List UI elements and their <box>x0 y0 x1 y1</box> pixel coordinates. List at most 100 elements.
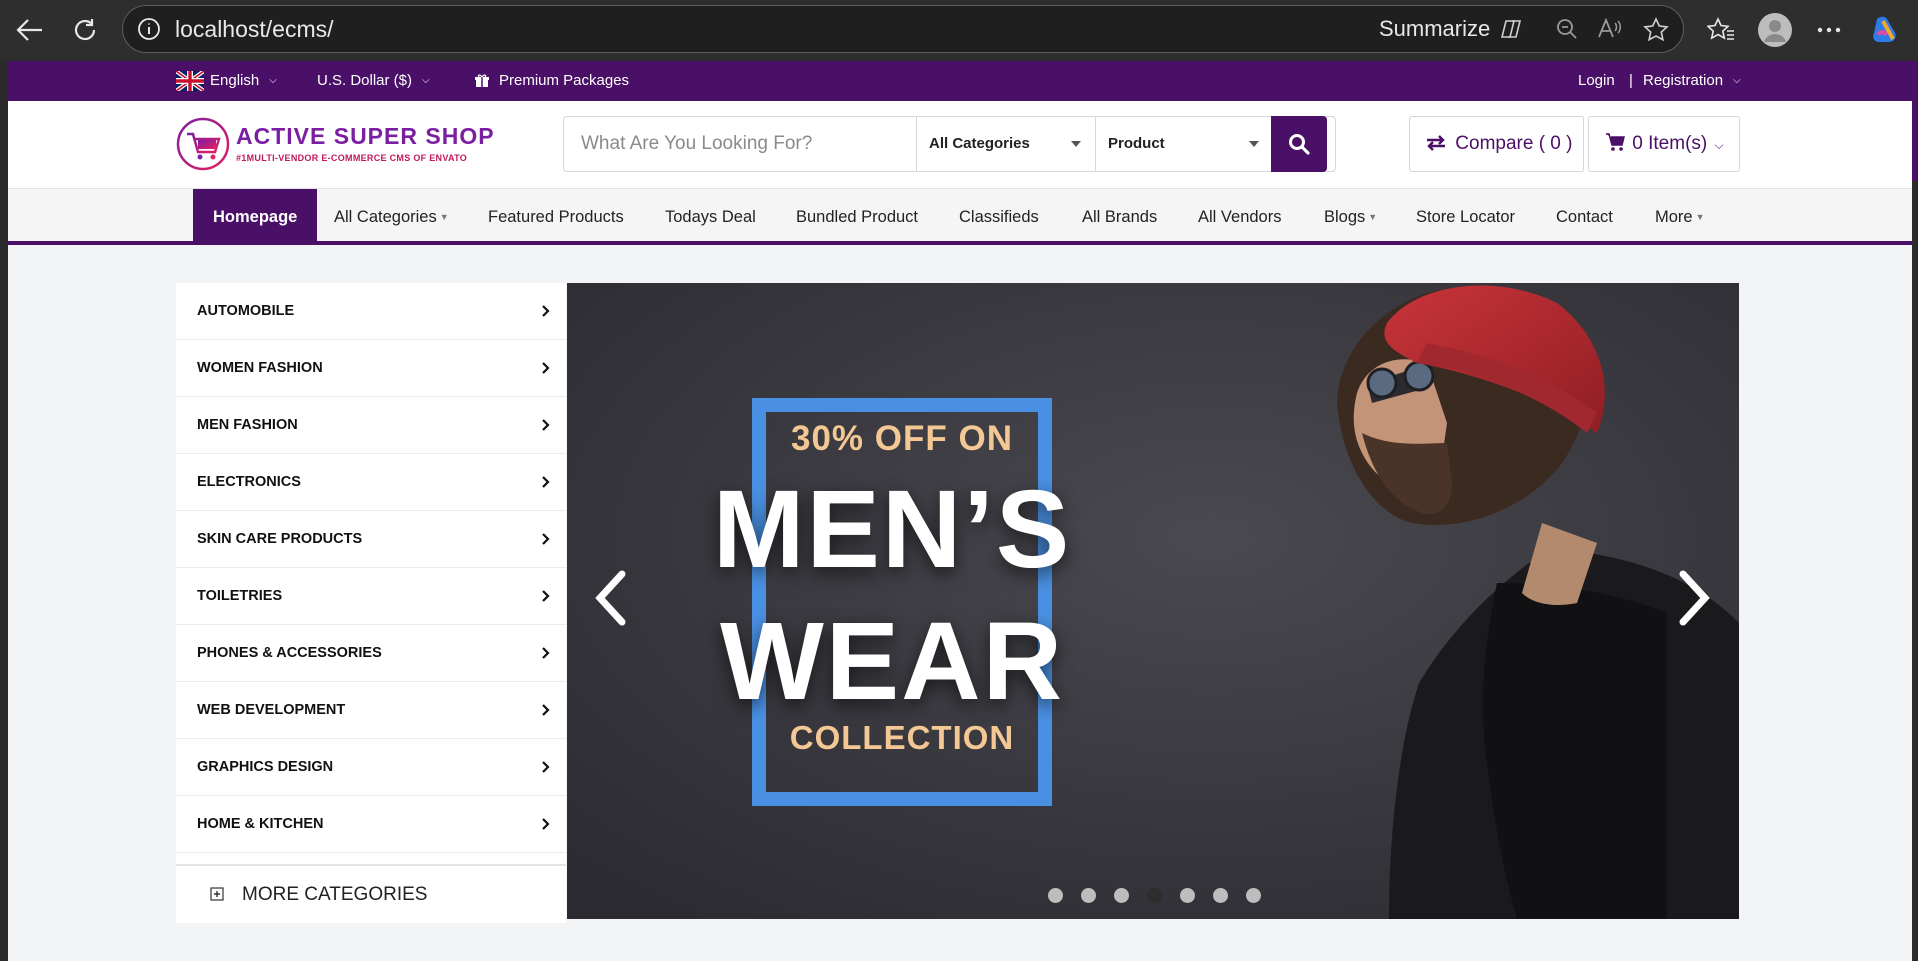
nav-homepage[interactable]: Homepage <box>193 189 318 245</box>
compare-label: Compare ( 0 ) <box>1455 133 1573 154</box>
nav-store-locator[interactable]: Store Locator <box>1416 189 1515 245</box>
category-item-home-kitchen[interactable]: HOME & KITCHEN <box>176 796 566 853</box>
reload-button[interactable] <box>65 10 105 50</box>
search-bar: All Categories Product <box>563 116 1336 172</box>
plus-square-icon <box>210 887 224 901</box>
nav-contact[interactable]: Contact <box>1556 189 1613 245</box>
back-button[interactable] <box>10 10 50 50</box>
registration-link[interactable]: Registration ⌵ <box>1643 61 1741 101</box>
compare-arrows-icon <box>1427 135 1445 151</box>
slider-dot-4-active[interactable] <box>1147 888 1162 903</box>
logo-title: ACTIVE SUPER SHOP <box>236 123 495 149</box>
more-options-icon[interactable] <box>1811 12 1847 48</box>
category-label: MEN FASHION <box>197 417 298 433</box>
registration-label: Registration <box>1643 72 1724 89</box>
profile-avatar-icon[interactable] <box>1757 12 1793 48</box>
zoom-icon[interactable] <box>1555 17 1579 46</box>
promo-collection-text: COLLECTION <box>789 719 1015 756</box>
copilot-summarize-icon[interactable] <box>1499 17 1523 46</box>
search-input[interactable] <box>564 117 916 171</box>
logo-tagline: #1MULTI-VENDOR E-COMMERCE CMS OF ENVATO <box>236 153 468 163</box>
site-logo[interactable]: ACTIVE SUPER SHOP #1MULTI-VENDOR E-COMME… <box>176 115 496 175</box>
compare-button[interactable]: Compare ( 0 ) <box>1409 116 1584 172</box>
category-item-electronics[interactable]: ELECTRONICS <box>176 454 566 511</box>
category-item-automobile[interactable]: AUTOMOBILE <box>176 283 566 340</box>
nav-label: Contact <box>1556 208 1613 226</box>
category-item-men-fashion[interactable]: MEN FASHION <box>176 397 566 454</box>
promo-headline-line2: WEAR <box>719 600 1065 723</box>
chevron-down-icon: ⌵ <box>422 75 430 86</box>
nav-more[interactable]: More ▼ <box>1655 189 1705 245</box>
slider-dot-1[interactable] <box>1048 888 1063 903</box>
slider-dot-3[interactable] <box>1114 888 1129 903</box>
category-item-web-development[interactable]: WEB DEVELOPMENT <box>176 682 566 739</box>
currency-selector[interactable]: U.S. Dollar ($) ⌵ <box>317 61 430 101</box>
nav-label: Homepage <box>213 208 298 226</box>
category-item-women-fashion[interactable]: WOMEN FASHION <box>176 340 566 397</box>
favorites-icon[interactable] <box>1703 12 1739 48</box>
category-label: SKIN CARE PRODUCTS <box>197 531 363 547</box>
slider-prev-arrow-icon[interactable] <box>592 568 632 628</box>
chevron-down-icon: ⌵ <box>1714 138 1724 152</box>
nav-all-brands[interactable]: All Brands <box>1082 189 1157 245</box>
chevron-right-icon <box>542 476 550 488</box>
promo-discount-text: 30% OFF ON <box>791 419 1013 458</box>
favorite-star-icon[interactable] <box>1643 17 1669 48</box>
chevron-down-icon: ⌵ <box>269 75 277 86</box>
site-header: ACTIVE SUPER SHOP #1MULTI-VENDOR E-COMME… <box>8 101 1912 189</box>
shopping-cart-logo-icon <box>176 117 230 171</box>
category-item-skin-care-products[interactable]: SKIN CARE PRODUCTS <box>176 511 566 568</box>
nav-label: All Brands <box>1082 208 1158 226</box>
nav-label: Todays Deal <box>665 208 756 226</box>
nav-classifieds[interactable]: Classifieds <box>959 189 1039 245</box>
slider-dot-6[interactable] <box>1213 888 1228 903</box>
site-info-icon[interactable] <box>137 17 161 46</box>
search-icon <box>1289 134 1310 155</box>
summarize-button[interactable]: Summarize <box>1379 6 1490 52</box>
nav-featured-products[interactable]: Featured Products <box>488 189 624 245</box>
chevron-right-icon <box>542 704 550 716</box>
nav-blogs[interactable]: Blogs ▼ <box>1324 189 1377 245</box>
search-button[interactable] <box>1271 116 1327 172</box>
nav-label: Featured Products <box>488 208 624 226</box>
nav-label: Blogs <box>1324 208 1366 226</box>
address-bar[interactable]: localhost/ecms/ Summarize <box>122 5 1684 53</box>
premium-packages-link[interactable]: Premium Packages <box>475 61 629 101</box>
search-type-value: Product <box>1108 135 1165 152</box>
nav-label: Store Locator <box>1416 208 1516 226</box>
caret-down-icon: ▼ <box>439 212 449 222</box>
more-categories-button[interactable]: MORE CATEGORIES <box>176 864 566 923</box>
read-aloud-icon[interactable] <box>1596 17 1622 46</box>
category-select[interactable]: All Categories <box>916 117 1095 171</box>
login-link[interactable]: Login <box>1578 61 1615 101</box>
uk-flag-icon <box>176 71 204 91</box>
category-item-graphics-design[interactable]: GRAPHICS DESIGN <box>176 739 566 796</box>
nav-todays-deal[interactable]: Todays Deal <box>665 189 756 245</box>
caret-down-icon: ▼ <box>1695 212 1705 222</box>
nav-bundled-product[interactable]: Bundled Product <box>796 189 918 245</box>
slider-dot-7[interactable] <box>1246 888 1261 903</box>
search-type-select[interactable]: Product <box>1095 117 1273 171</box>
category-label: ELECTRONICS <box>197 474 301 490</box>
slider-dot-2[interactable] <box>1081 888 1096 903</box>
chevron-right-icon <box>542 761 550 773</box>
chevron-down-icon: ⌵ <box>1733 75 1741 86</box>
language-selector[interactable]: English ⌵ <box>176 61 277 101</box>
category-label: HOME & KITCHEN <box>197 816 324 832</box>
chevron-right-icon <box>542 590 550 602</box>
category-item-phones-accessories[interactable]: PHONES & ACCESSORIES <box>176 625 566 682</box>
currency-label: U.S. Dollar ($) <box>317 72 413 89</box>
cart-button[interactable]: 0 Item(s) ⌵ <box>1588 116 1740 172</box>
slider-dot-5[interactable] <box>1180 888 1195 903</box>
promo-headline-line1: MEN’S <box>712 468 1072 591</box>
copilot-icon[interactable] <box>1868 12 1904 48</box>
category-label: GRAPHICS DESIGN <box>197 759 334 775</box>
nav-all-categories[interactable]: All Categories ▼ <box>334 189 449 245</box>
chevron-right-icon <box>542 647 550 659</box>
nav-all-vendors[interactable]: All Vendors <box>1198 189 1281 245</box>
category-item-toiletries[interactable]: TOILETRIES <box>176 568 566 625</box>
category-label: AUTOMOBILE <box>197 303 295 319</box>
slider-next-arrow-icon[interactable] <box>1673 568 1713 628</box>
separator-text: | <box>1629 72 1633 89</box>
url-text[interactable]: localhost/ecms/ <box>175 6 334 52</box>
